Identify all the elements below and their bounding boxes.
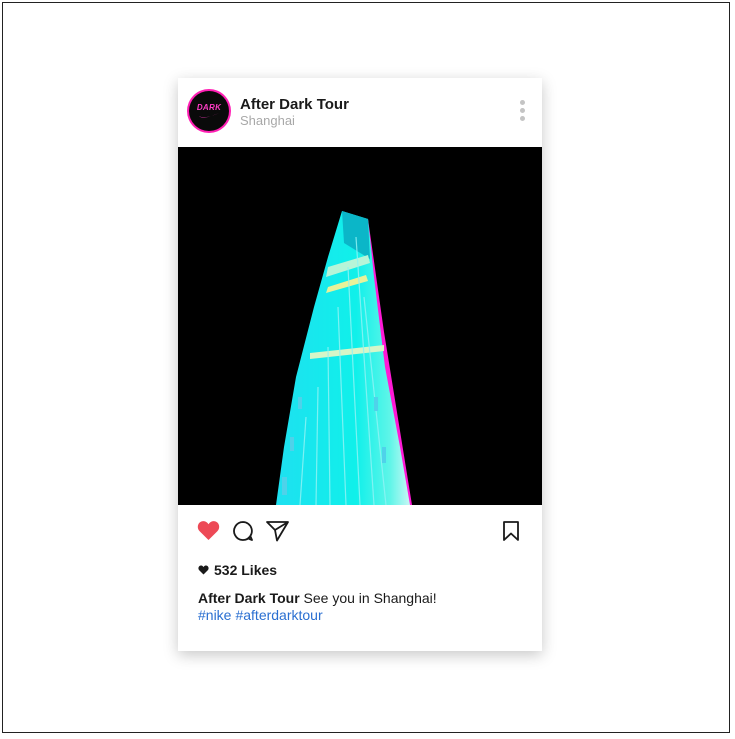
post-actions — [178, 505, 542, 557]
hashtags: #nike #afterdarktour — [198, 607, 327, 623]
save-button[interactable] — [502, 520, 520, 547]
likes-count[interactable]: 532 Likes — [198, 562, 277, 578]
comment-button[interactable] — [232, 520, 254, 547]
share-button[interactable] — [265, 520, 290, 547]
hashtag-link[interactable]: #afterdarktour — [235, 607, 322, 623]
send-icon — [266, 521, 289, 542]
post-photo[interactable] — [178, 147, 542, 505]
more-options-button[interactable] — [516, 100, 528, 124]
heart-icon — [197, 521, 220, 541]
swoosh-icon — [199, 112, 219, 118]
post-header: DARK After Dark Tour Shanghai — [178, 78, 542, 146]
caption-text: See you in Shanghai! — [303, 590, 437, 606]
account-name[interactable]: After Dark Tour — [240, 96, 349, 113]
post-card: DARK After Dark Tour Shanghai 532 Likes … — [178, 78, 542, 651]
comment-icon — [233, 521, 253, 541]
bookmark-icon — [503, 521, 519, 541]
hashtag-link[interactable]: #nike — [198, 607, 231, 623]
likes-number: 532 — [214, 562, 238, 578]
tower-image — [276, 211, 412, 505]
avatar-logo: DARK — [189, 91, 229, 131]
more-options-icon-dot — [519, 116, 525, 121]
likes-label: Likes — [241, 562, 278, 578]
like-button[interactable] — [197, 520, 220, 546]
more-options-icon — [519, 100, 525, 105]
more-options-icon-dot — [519, 108, 525, 113]
avatar[interactable]: DARK — [187, 89, 231, 133]
post-caption: After Dark Tour See you in Shanghai! — [198, 590, 528, 607]
caption-username[interactable]: After Dark Tour — [198, 590, 300, 606]
post-location[interactable]: Shanghai — [240, 113, 295, 128]
avatar-logo-text: DARK — [196, 102, 222, 112]
heart-icon — [198, 565, 209, 575]
